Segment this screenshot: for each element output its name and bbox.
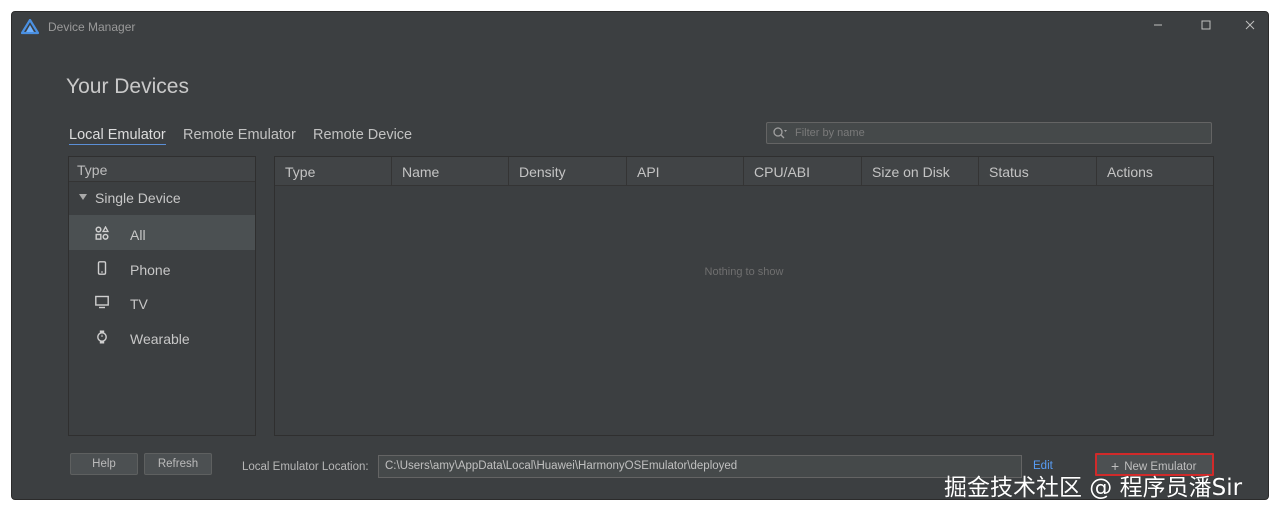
tab-local-emulator[interactable]: Local Emulator: [69, 127, 166, 145]
sidebar-item-label: Wearable: [130, 330, 190, 347]
sidebar-item-label: TV: [130, 296, 148, 312]
single-device-group[interactable]: Single Device: [69, 182, 255, 215]
emulator-location-field[interactable]: C:\Users\amy\AppData\Local\Huawei\Harmon…: [378, 455, 1022, 478]
column-header-cpu-abi[interactable]: CPU/ABI: [744, 157, 862, 186]
sidebar-item-all[interactable]: All: [69, 215, 255, 250]
column-header-status[interactable]: Status: [979, 157, 1097, 186]
column-header-name[interactable]: Name: [392, 157, 509, 186]
sidebar-item-phone[interactable]: Phone: [69, 250, 255, 285]
sidebar-item-tv[interactable]: TV: [69, 284, 255, 319]
maximize-icon[interactable]: [1195, 16, 1217, 38]
empty-state-text: Nothing to show: [704, 266, 784, 278]
watch-icon: [97, 330, 107, 343]
title-bar: Device Manager: [12, 12, 1268, 42]
filter-input[interactable]: [795, 124, 1195, 142]
watermark-text: 掘金技术社区 @ 程序员潘Sir: [944, 475, 1243, 501]
column-header-size-on-disk[interactable]: Size on Disk: [862, 157, 979, 186]
grid-shapes-icon: [95, 226, 109, 240]
tab-remote-emulator[interactable]: Remote Emulator: [183, 127, 296, 143]
column-header-api[interactable]: API: [627, 157, 744, 186]
sidebar-item-label: Phone: [130, 261, 171, 278]
column-header-type[interactable]: Type: [275, 157, 392, 186]
search-icon: [773, 127, 787, 139]
devices-table: Type Name Density API CPU/ABI Size on Di…: [274, 156, 1214, 436]
type-header: Type: [69, 157, 255, 182]
sidebar-item-wearable[interactable]: Wearable: [69, 319, 255, 354]
page-title: Your Devices: [66, 75, 189, 98]
device-manager-window: Device Manager Your Devices Local Emulat…: [11, 11, 1269, 500]
help-button[interactable]: Help: [70, 453, 138, 475]
app-logo-icon: [21, 19, 39, 35]
caret-down-icon: [79, 194, 87, 200]
close-icon[interactable]: [1239, 16, 1261, 38]
device-type-panel: Type Single Device All Phone TV Wearable: [68, 156, 256, 436]
table-header: Type Name Density API CPU/ABI Size on Di…: [275, 157, 1213, 186]
column-header-actions[interactable]: Actions: [1097, 157, 1213, 186]
phone-icon: [97, 260, 107, 275]
window-title: Device Manager: [48, 20, 136, 34]
sidebar-item-label: All: [130, 227, 146, 243]
tv-icon: [95, 295, 109, 309]
refresh-button[interactable]: Refresh: [144, 453, 212, 475]
group-label: Single Device: [95, 190, 181, 206]
tab-remote-device[interactable]: Remote Device: [313, 127, 412, 143]
filter-box[interactable]: [766, 122, 1212, 144]
column-header-density[interactable]: Density: [509, 157, 627, 186]
location-label: Local Emulator Location:: [242, 461, 369, 473]
minimize-icon[interactable]: [1147, 16, 1169, 38]
